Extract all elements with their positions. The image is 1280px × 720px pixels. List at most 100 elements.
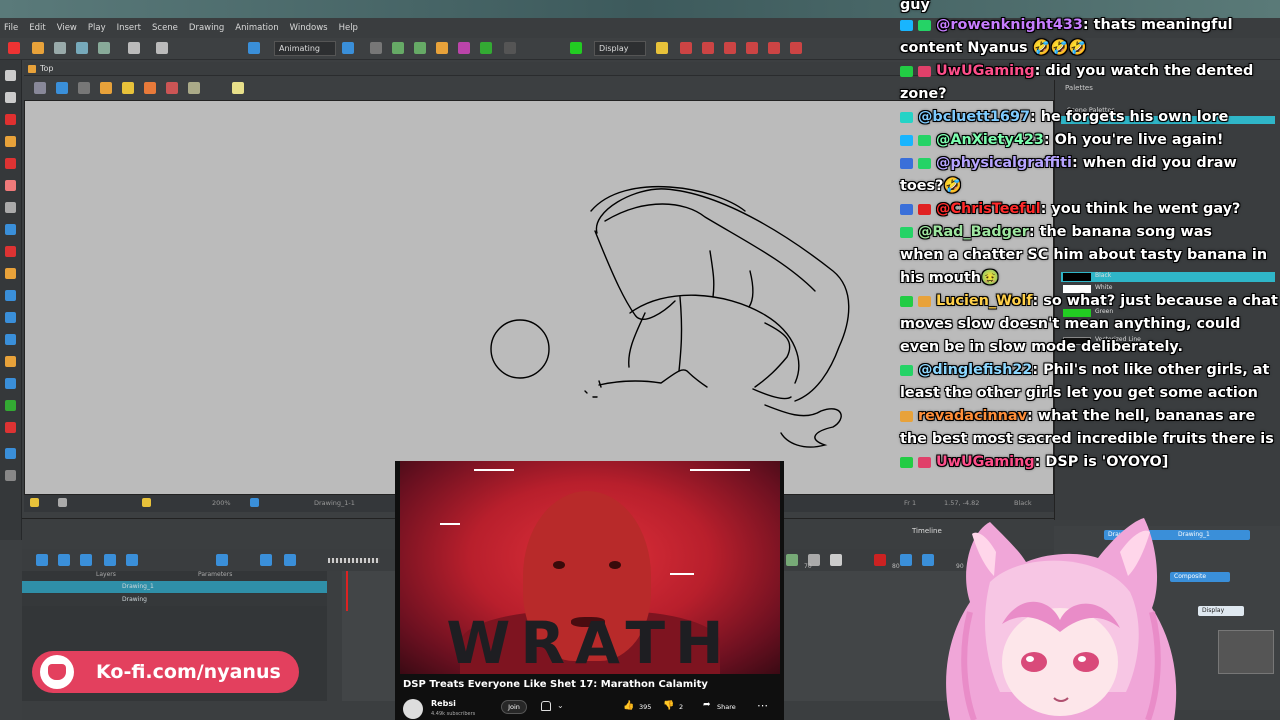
tl-sound-icon[interactable] [284,554,296,566]
pencil-tool-icon[interactable] [5,136,16,147]
light-icon[interactable] [656,42,668,54]
camera-tool-icon[interactable] [5,448,16,459]
cutter-tool-icon[interactable] [5,378,16,389]
dropper-tool-icon[interactable] [5,290,16,301]
video-title[interactable]: DSP Treats Everyone Like Shet 17: Marath… [403,679,708,690]
stamp-tool-icon[interactable] [5,422,16,433]
tl-first-frame-icon[interactable] [104,554,116,566]
menu-windows[interactable]: Windows [290,23,328,33]
undo-icon[interactable] [128,42,140,54]
light-table-icon[interactable] [78,82,90,94]
video-thumbnail[interactable]: WRATH [400,461,780,674]
red-tool-4-icon[interactable] [746,42,758,54]
onion-skin-icon[interactable] [56,82,68,94]
brush-icon[interactable] [480,42,492,54]
menu-animation[interactable]: Animation [235,23,278,33]
kofi-link-text[interactable]: Ko-fi.com/nyanus [96,661,281,683]
ellipse-tool-icon[interactable] [5,224,16,235]
stroke-icon[interactable] [188,82,200,94]
frame-scrubber[interactable] [346,571,348,611]
auto-light-table-icon[interactable] [100,82,112,94]
mode-dropdown[interactable]: Animating [274,41,336,56]
bell-icon[interactable] [541,701,551,711]
video-popup[interactable]: WRATH DSP Treats Everyone Like Shet 17: … [395,461,784,720]
red-tool-5-icon[interactable] [768,42,780,54]
red-tool-1-icon[interactable] [680,42,692,54]
tl-peg-icon[interactable] [58,554,70,566]
line-tool-icon[interactable] [5,246,16,257]
eraser-tool-icon[interactable] [5,180,16,191]
motion-icon[interactable] [392,42,404,54]
tl-loop-icon[interactable] [260,554,272,566]
redo-icon[interactable] [156,42,168,54]
animate-mode-icon[interactable] [342,42,354,54]
tl-group-icon[interactable] [80,554,92,566]
kofi-banner[interactable]: Ko-fi.com/nyanus [32,651,299,693]
menu-scene[interactable]: Scene [152,23,178,33]
render-icon[interactable] [248,42,260,54]
more-options-icon[interactable]: ⋯ [757,699,768,712]
text-tool-icon[interactable] [5,202,16,213]
hand-tool-icon[interactable] [5,312,16,323]
menu-help[interactable]: Help [339,23,358,33]
contour-tool-icon[interactable] [5,92,16,103]
layer-icon[interactable] [504,42,516,54]
chevron-down-icon[interactable]: ⌄ [557,701,564,710]
more-tools-icon[interactable] [5,470,16,481]
node-display[interactable]: Display [1198,606,1244,616]
open-icon[interactable] [32,42,44,54]
save-icon[interactable] [54,42,66,54]
tl-key-icon[interactable] [786,554,798,566]
transform-icon[interactable] [370,42,382,54]
tl-fps-slider[interactable] [328,558,380,563]
layer-row[interactable]: Drawing_1 [22,581,327,593]
status-camera-icon[interactable] [58,498,67,507]
zoom-tool-icon[interactable] [5,334,16,345]
pen-tool-icon[interactable] [5,400,16,411]
new-scene-icon[interactable] [8,42,20,54]
bulb-icon[interactable] [232,82,244,94]
dislike-icon[interactable]: 👎 [663,701,674,711]
tl-prev-icon[interactable] [126,554,138,566]
select-icon[interactable] [436,42,448,54]
palette-icon[interactable] [144,82,156,94]
red-tool-6-icon[interactable] [790,42,802,54]
navigator-thumbnail[interactable] [1218,630,1274,674]
join-button[interactable]: Join [501,700,527,714]
pencil-green-icon[interactable] [570,42,582,54]
channel-avatar[interactable] [403,699,423,719]
red-tool-3-icon[interactable] [724,42,736,54]
menu-insert[interactable]: Insert [117,23,141,33]
keyframe-icon[interactable] [414,42,426,54]
layer-row[interactable]: Drawing [22,594,327,606]
menu-view[interactable]: View [57,23,77,33]
fill-tool-icon[interactable] [5,268,16,279]
tl-onion-icon[interactable] [830,554,842,566]
menu-play[interactable]: Play [88,23,106,33]
status-fx-icon[interactable] [250,498,259,507]
tl-filter-icon[interactable] [900,554,912,566]
channel-name[interactable]: Rebsi [431,699,456,708]
status-onion-icon[interactable] [142,498,151,507]
save-as-icon[interactable] [76,42,88,54]
paint-icon[interactable] [458,42,470,54]
import-icon[interactable] [98,42,110,54]
like-icon[interactable]: 👍 [623,701,634,711]
share-label[interactable]: Share [717,703,736,711]
grid-icon[interactable] [34,82,46,94]
brush-tool-icon[interactable] [5,114,16,125]
tl-play-icon[interactable] [216,554,228,566]
transform-tool-icon[interactable] [5,356,16,367]
display-dropdown[interactable]: Display [594,41,646,56]
lock-icon[interactable] [122,82,134,94]
red-tool-2-icon[interactable] [702,42,714,54]
menu-file[interactable]: File [4,23,18,33]
tl-add-icon[interactable] [36,554,48,566]
brush-size-icon[interactable] [166,82,178,94]
menu-edit[interactable]: Edit [29,23,45,33]
tl-record-icon[interactable] [874,554,886,566]
menu-drawing[interactable]: Drawing [189,23,224,33]
status-light-icon[interactable] [30,498,39,507]
share-icon[interactable]: ➦ [703,700,711,710]
select-tool-icon[interactable] [5,70,16,81]
